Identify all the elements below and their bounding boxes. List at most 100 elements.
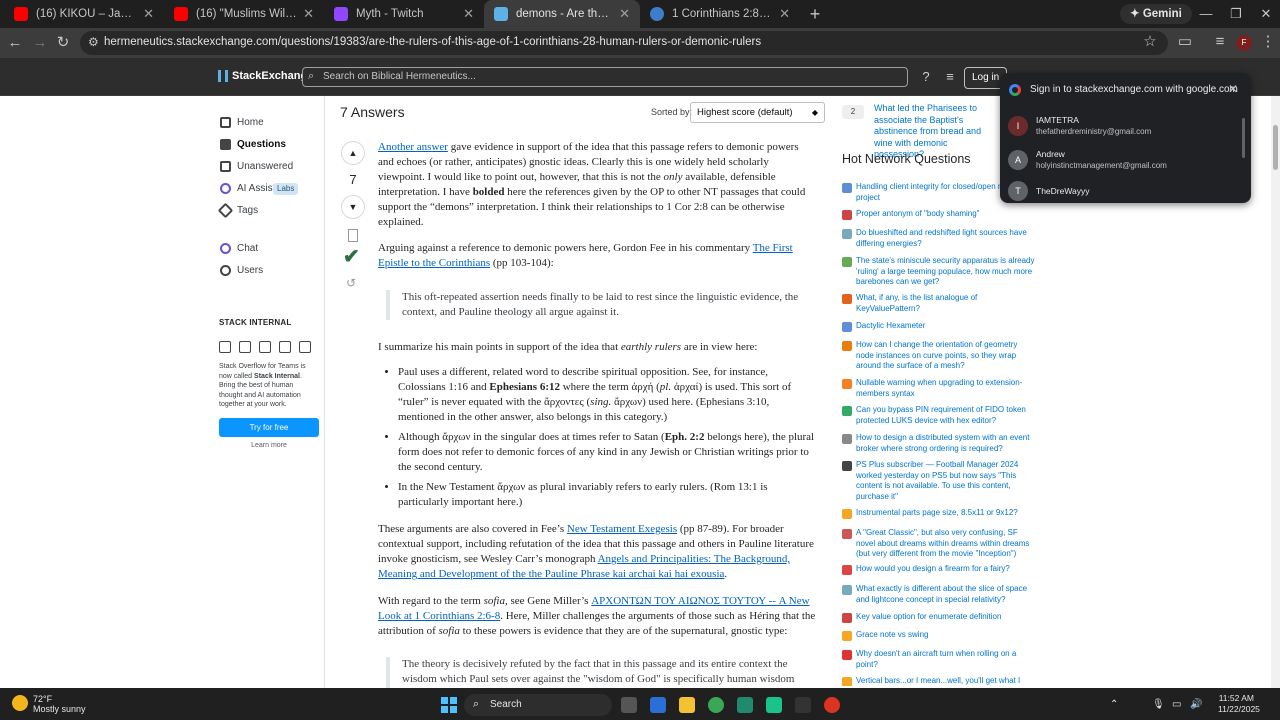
another-answer-link[interactable]: Another answer [378, 141, 448, 153]
try-for-free-button[interactable]: Try for free [219, 418, 319, 437]
google-account-item[interactable]: A Andrew holyinstinctmanagement@gmail.com [1008, 149, 1167, 171]
learn-more-link[interactable]: Learn more [219, 442, 319, 449]
hot-network-question-link[interactable]: Vertical bars...or I mean...well, you'll… [856, 676, 1020, 686]
sidebar-item-unanswered[interactable]: Unanswered [220, 156, 293, 176]
app-icon[interactable] [737, 697, 753, 713]
close-icon[interactable]: ✕ [1228, 82, 1238, 96]
sidebar-item-chat[interactable]: Chat [220, 238, 258, 258]
taskbar-search[interactable]: Search [464, 694, 612, 716]
url-text[interactable]: hermeneutics.stackexchange.com/questions… [104, 36, 761, 48]
app-icon[interactable] [766, 697, 782, 713]
app-icon[interactable] [824, 697, 840, 713]
hot-network-question-item[interactable]: A "Great Classic", but also very confusi… [842, 528, 1037, 560]
google-account-item[interactable]: T TheDreWayyy [1008, 181, 1090, 201]
downvote-button[interactable]: ▼ [341, 195, 365, 219]
close-tab-icon[interactable]: ✕ [143, 6, 154, 22]
stackexchange-logo[interactable]: StackExchange [218, 70, 313, 82]
upvote-button[interactable]: ▲ [341, 141, 365, 165]
hot-network-question-link[interactable]: A "Great Classic", but also very confusi… [856, 528, 1037, 560]
capcut-icon[interactable] [795, 697, 811, 713]
microphone-icon[interactable]: 🎙 [1152, 699, 1165, 710]
reload-button[interactable]: ↻ [53, 33, 73, 53]
site-switcher-icon[interactable]: ≡ [942, 69, 958, 85]
hot-network-question-item[interactable]: How would you design a firearm for a fai… [842, 564, 1037, 575]
gemini-button[interactable]: ✦ Gemini [1120, 4, 1192, 24]
back-button[interactable]: ← [5, 33, 25, 53]
hot-network-question-item[interactable]: Instrumental parts page size, 8.5x11 or … [842, 508, 1037, 519]
sidebar-item-ai-assist[interactable]: AI Assist [220, 178, 275, 198]
new-tab-button[interactable]: + [805, 4, 825, 24]
maximize-button[interactable]: ❐ [1222, 4, 1250, 24]
hot-network-question-item[interactable]: What, if any, is the list analogue of Ke… [842, 293, 1037, 314]
hot-network-question-item[interactable]: Grace note vs swing [842, 630, 1037, 641]
hot-network-question-item[interactable]: Why doesn't an aircraft turn when rollin… [842, 649, 1037, 670]
cast-icon[interactable]: ▭ [1175, 32, 1195, 52]
hot-network-question-link[interactable]: Why doesn't an aircraft turn when rollin… [856, 649, 1037, 670]
hot-network-question-link[interactable]: The state's miniscule security apparatus… [856, 256, 1037, 288]
hot-network-question-item[interactable]: Proper antonym of "body shaming" [842, 209, 1037, 220]
tray-chevron-icon[interactable]: ⌃ [1110, 699, 1118, 710]
hot-network-question-link[interactable]: Proper antonym of "body shaming" [856, 209, 980, 220]
sidebar-item-home[interactable]: Home [220, 112, 264, 132]
hot-network-question-item[interactable]: Key value option for enumerate definitio… [842, 612, 1037, 623]
hot-network-question-item[interactable]: Can you bypass PIN requirement of FIDO t… [842, 405, 1037, 426]
file-explorer-icon[interactable] [679, 697, 695, 713]
browser-tab-active[interactable]: demons - Are the "rulers of thi✕ [484, 0, 640, 28]
menu-icon[interactable]: ⋮ [1258, 32, 1278, 52]
browser-tab[interactable]: Myth - Twitch ✕ [324, 0, 484, 28]
hot-network-question-item[interactable]: Vertical bars...or I mean...well, you'll… [842, 676, 1037, 686]
hot-network-question-item[interactable]: Do blueshifted and redshifted light sour… [842, 228, 1037, 249]
media-icon[interactable]: ≡ [1210, 32, 1230, 52]
browser-tab[interactable]: 1 Corinthians 2:8 None of the r✕ [640, 0, 800, 28]
hot-network-question-item[interactable]: What exactly is different about the slic… [842, 584, 1037, 605]
hot-network-question-item[interactable]: Nullable warning when upgrading to exten… [842, 378, 1037, 399]
forward-button[interactable]: → [30, 33, 50, 53]
hot-network-question-link[interactable]: How would you design a firearm for a fai… [856, 564, 1010, 575]
sidebar-item-users[interactable]: Users [220, 260, 263, 280]
hot-network-question-item[interactable]: How to design a distributed system with … [842, 433, 1037, 454]
volume-icon[interactable]: 🔊 [1190, 699, 1202, 710]
hot-network-question-link[interactable]: Key value option for enumerate definitio… [856, 612, 1001, 623]
weather-widget[interactable]: 72°F Mostly sunny [33, 694, 86, 714]
hot-network-question-link[interactable]: How to design a distributed system with … [856, 433, 1037, 454]
task-view-icon[interactable] [621, 697, 637, 713]
hot-network-question-link[interactable]: Can you bypass PIN requirement of FIDO t… [856, 405, 1037, 426]
nt-exegesis-link[interactable]: New Testament Exegesis [567, 523, 677, 535]
photos-icon[interactable] [650, 697, 666, 713]
close-tab-icon[interactable]: ✕ [463, 6, 474, 22]
page-scrollbar[interactable] [1271, 96, 1280, 688]
taskbar-clock[interactable]: 11:52 AM 11/22/2025 [1218, 693, 1260, 715]
hot-network-question-link[interactable]: Nullable warning when upgrading to exten… [856, 378, 1037, 399]
windows-start-icon[interactable] [441, 697, 457, 713]
help-icon[interactable]: ? [918, 69, 934, 85]
profile-avatar[interactable]: F [1236, 35, 1252, 51]
close-tab-icon[interactable]: ✕ [779, 6, 790, 22]
hot-network-question-link[interactable]: Instrumental parts page size, 8.5x11 or … [856, 508, 1018, 519]
hot-network-question-link[interactable]: How can I change the orientation of geom… [856, 340, 1037, 372]
close-window-button[interactable]: ✕ [1252, 4, 1280, 24]
browser-tab[interactable]: (16) KIKOU – Japanese Zen Mu✕ [4, 0, 164, 28]
close-tab-icon[interactable]: ✕ [303, 6, 314, 22]
search-input[interactable]: Search on Biblical Hermeneutics... [302, 67, 908, 87]
minimize-button[interactable]: — [1192, 4, 1220, 24]
hot-network-question-link[interactable]: Dactylic Hexameter [856, 321, 925, 332]
sidebar-item-tags[interactable]: Tags [217, 200, 258, 220]
hot-network-question-link[interactable]: What exactly is different about the slic… [856, 584, 1037, 605]
history-icon[interactable]: ↺ [346, 276, 356, 290]
hot-network-question-link[interactable]: PS Plus subscriber — Football Manager 20… [856, 460, 1037, 502]
sidebar-item-questions[interactable]: Questions [220, 134, 286, 154]
popup-scrollbar[interactable] [1242, 118, 1245, 158]
hot-network-question-link[interactable]: Do blueshifted and redshifted light sour… [856, 228, 1037, 249]
browser-tab[interactable]: (16) "Muslims Will Be OFFENDE✕ [164, 0, 324, 28]
site-info-icon[interactable]: ⚙ [88, 35, 99, 49]
bookmark-icon[interactable] [348, 229, 358, 242]
hot-network-question-item[interactable]: PS Plus subscriber — Football Manager 20… [842, 460, 1037, 502]
close-tab-icon[interactable]: ✕ [619, 6, 630, 22]
bookmark-star-icon[interactable]: ☆ [1140, 32, 1160, 52]
google-account-item[interactable]: I IAMTETRA thefatherdreministry@gmail.com [1008, 115, 1151, 137]
hot-network-question-item[interactable]: The state's miniscule security apparatus… [842, 256, 1037, 288]
network-icon[interactable]: ▭ [1172, 699, 1181, 710]
chrome-icon[interactable] [708, 697, 724, 713]
scrollbar-thumb[interactable] [1273, 125, 1278, 170]
sort-select[interactable]: Highest score (default) ◆ [690, 102, 825, 123]
